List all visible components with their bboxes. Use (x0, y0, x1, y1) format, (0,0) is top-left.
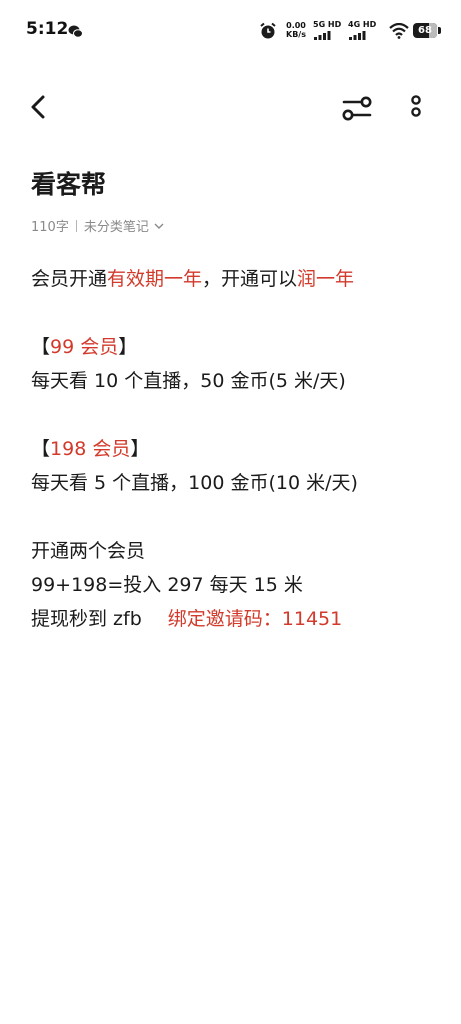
wifi-icon (389, 23, 409, 39)
chevron-down-icon[interactable] (154, 222, 164, 230)
body-line: 开通两个会员 (31, 540, 146, 562)
signal-bars-icon (314, 31, 331, 40)
wechat-icon (68, 25, 83, 38)
note-body[interactable]: 会员开通有效期一年，开通可以润一年 【99 会员】 每天看 10 个直播，50 … (31, 262, 441, 636)
signal-5g: 5G HD (313, 20, 341, 40)
battery-icon: 68 (413, 23, 441, 39)
signal-4g: 4G HD (348, 20, 376, 40)
status-time: 5:12 (26, 19, 69, 39)
invite-code: 绑定邀请码：11451 (167, 608, 343, 630)
member-99-desc: 每天看 10 个直播，50 金币(5 米/天) (31, 370, 346, 392)
filter-icon[interactable] (340, 92, 374, 126)
category-selector[interactable]: 未分类笔记 (84, 216, 149, 235)
note-meta: 110字 未分类笔记 (31, 216, 164, 235)
note-toolbar (0, 80, 461, 136)
more-vertical-icon[interactable] (402, 92, 430, 126)
back-arrow-icon[interactable] (24, 92, 54, 122)
body-line: 会员开通有效期一年，开通可以润一年 (31, 268, 355, 290)
body-line: 99+198=投入 297 每天 15 米 (31, 574, 303, 596)
member-198-heading: 【198 会员】 (31, 438, 150, 460)
note-title[interactable]: 看客帮 (31, 165, 106, 201)
member-198-desc: 每天看 5 个直播，100 金币(10 米/天) (31, 472, 358, 494)
alarm-icon (260, 22, 276, 39)
char-count: 110字 (31, 220, 69, 235)
member-99-heading: 【99 会员】 (31, 336, 138, 358)
network-speed: 0.00 KB/s (286, 21, 306, 39)
signal-bars-icon (349, 31, 366, 40)
status-bar: 5:12 0.00 KB/s 5G HD 4G HD 68 (0, 0, 461, 64)
meta-divider (75, 219, 77, 232)
body-line: 提现秒到 zfb 绑定邀请码：11451 (31, 608, 343, 630)
